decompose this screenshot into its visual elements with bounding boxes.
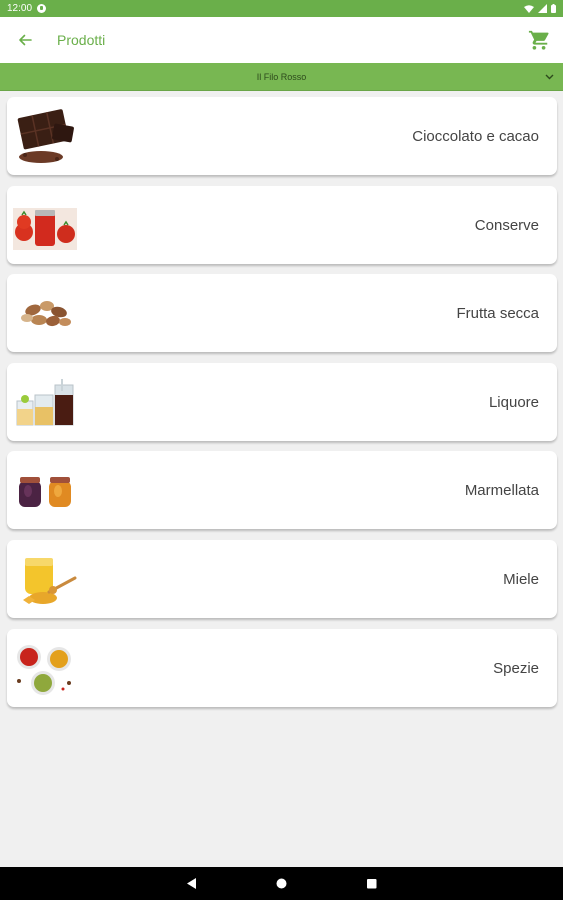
category-card-nuts[interactable]: Frutta secca: [7, 274, 557, 353]
back-arrow-icon[interactable]: [16, 31, 34, 49]
category-card-preserves[interactable]: Conserve: [7, 185, 557, 264]
jam-image: [19, 477, 71, 508]
chocolate-image: [17, 109, 74, 163]
category-label: Marmellata: [464, 482, 539, 500]
system-navigation-bar: [0, 867, 563, 900]
shopping-cart-icon[interactable]: [528, 29, 550, 51]
nuts-image: [21, 301, 71, 327]
nav-back-icon[interactable]: [185, 877, 198, 890]
liqueur-image: [16, 378, 74, 426]
category-label: Spezie: [493, 659, 539, 677]
category-card-honey[interactable]: Miele: [7, 539, 557, 618]
status-time: 12:00: [7, 3, 33, 14]
category-card-chocolate[interactable]: Cioccolato e cacao: [7, 97, 557, 175]
category-card-jam[interactable]: Marmellata: [7, 451, 557, 530]
preserves-image: [13, 207, 77, 250]
shop-name: Il Filo Rosso: [256, 71, 307, 82]
notification-icon: [37, 4, 47, 13]
category-label: Cioccolato e cacao: [412, 128, 539, 145]
category-label: Miele: [503, 570, 539, 588]
shop-selector[interactable]: Il Filo Rosso: [0, 63, 563, 91]
category-label: Frutta secca: [456, 305, 539, 323]
category-list: Cioccolato e cacao Conserve Frutta secca: [7, 97, 557, 717]
chevron-down-icon: [545, 74, 554, 80]
spices-image: [17, 644, 71, 695]
category-label: Liquore: [488, 393, 539, 411]
nav-home-icon[interactable]: [275, 877, 288, 890]
page-title: Prodotti: [57, 32, 106, 48]
app-bar: Prodotti: [0, 17, 563, 63]
signal-icon: [538, 4, 547, 13]
category-card-liqueur[interactable]: Liquore: [7, 362, 557, 441]
wifi-icon: [524, 4, 534, 13]
status-bar: 12:00: [0, 0, 563, 17]
honey-image: [23, 557, 77, 604]
category-label: Conserve: [474, 216, 539, 234]
battery-icon: [551, 4, 556, 13]
nav-recents-icon[interactable]: [365, 877, 378, 890]
category-card-spices[interactable]: Spezie: [7, 628, 557, 707]
